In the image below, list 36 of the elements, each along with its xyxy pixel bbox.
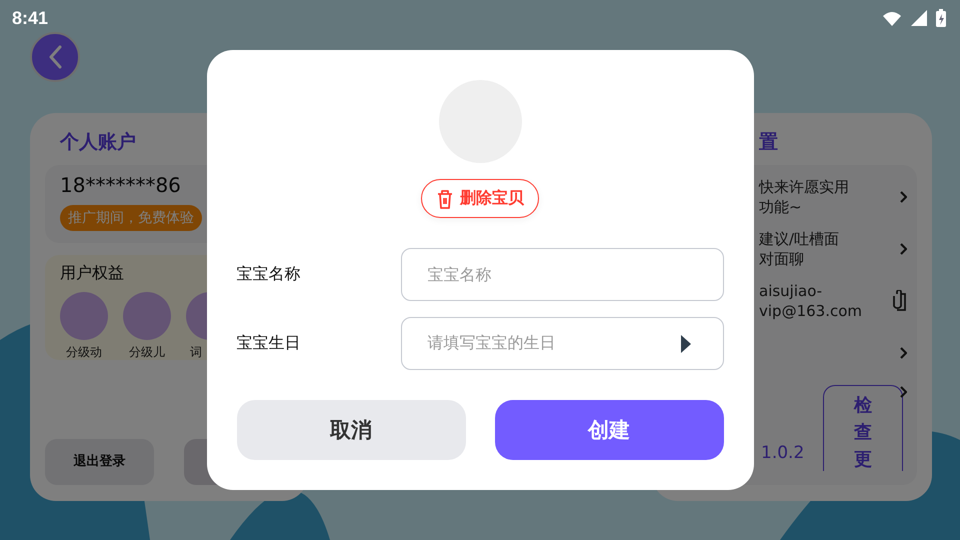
chevron-right-icon [899, 190, 907, 204]
triangle-right-icon [680, 334, 690, 352]
battery-icon [936, 9, 946, 27]
logout-button[interactable]: 退出登录 [45, 439, 154, 485]
benefit-label[interactable]: 分级动 [66, 344, 102, 360]
avatar-placeholder[interactable] [123, 292, 171, 340]
chevron-right-icon [899, 242, 907, 256]
signal-icon [910, 10, 928, 26]
phone-number: 18*******86 [60, 173, 182, 197]
status-time: 8:41 [12, 8, 48, 28]
version-number: 1.0.2 [761, 443, 804, 463]
name-input-field[interactable]: 宝宝名称 [400, 248, 724, 301]
trash-icon [436, 188, 454, 208]
cancel-button[interactable]: 取消 [236, 400, 466, 460]
section-title: 用户权益 [60, 263, 124, 284]
chevron-right-icon [899, 385, 907, 399]
chevron-right-icon [899, 346, 907, 360]
field-label: 宝宝生日 [236, 333, 302, 354]
field-label: 宝宝名称 [236, 264, 302, 285]
back-button[interactable] [30, 32, 80, 82]
promo-badge: 推广期间，免费体验 [60, 205, 202, 231]
email-address: aisujiao-vip@163.com [759, 281, 864, 321]
copy-icon[interactable] [893, 290, 907, 312]
create-button[interactable]: 创建 [494, 400, 724, 460]
settings-item[interactable]: 快来许愿实用功能~ [759, 177, 851, 217]
benefit-label[interactable]: 词 [190, 344, 202, 360]
card-title: 置 [759, 130, 779, 155]
benefit-label[interactable]: 分级儿 [129, 344, 165, 360]
settings-item[interactable]: 建议/吐槽面对面聊 [759, 229, 851, 269]
card-title: 个人账户 [60, 130, 137, 155]
wifi-icon [882, 10, 902, 26]
delete-button[interactable]: 删除宝贝 [421, 179, 539, 218]
chevron-left-icon [47, 45, 63, 69]
check-update-button[interactable]: 检查更 [823, 385, 903, 471]
avatar-placeholder[interactable] [60, 292, 108, 340]
date-picker-field[interactable]: 请填写宝宝的生日 [400, 317, 724, 370]
